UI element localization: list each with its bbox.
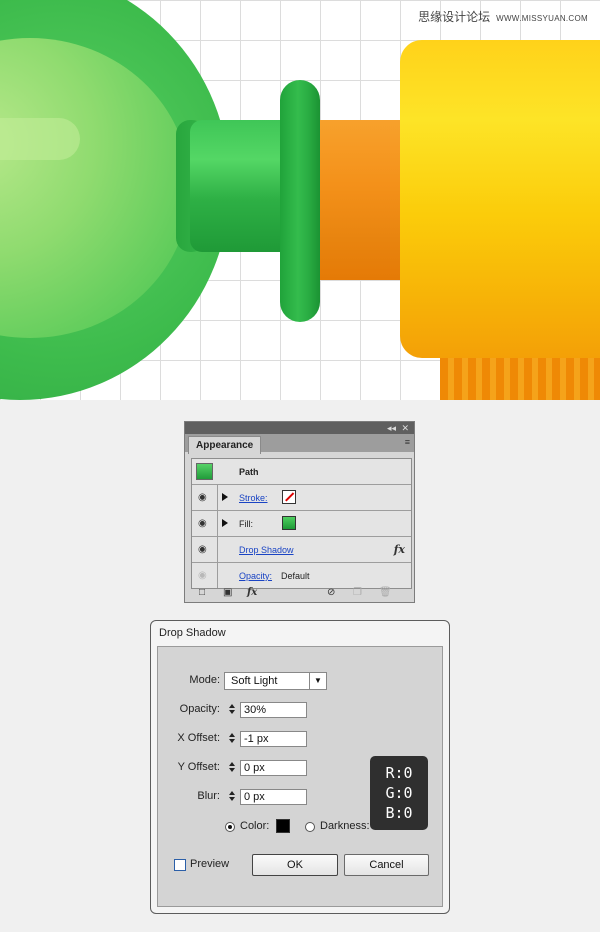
cancel-button[interactable]: Cancel xyxy=(344,854,429,876)
y-offset-label: Y Offset: xyxy=(177,761,220,773)
dialog-title: Drop Shadow xyxy=(159,627,226,639)
x-offset-stepper[interactable] xyxy=(226,731,238,747)
opacity-stepper[interactable] xyxy=(226,702,238,718)
opacity-input[interactable]: 30% xyxy=(240,702,307,718)
fx-icon: fx xyxy=(393,543,405,556)
rgb-green: G:0 xyxy=(385,784,413,802)
watermark-chinese: 思缘设计论坛 xyxy=(418,10,491,24)
x-offset-label: X Offset: xyxy=(177,732,220,744)
green-ring xyxy=(280,80,320,322)
drop-shadow-link[interactable]: Drop Shadow xyxy=(239,545,294,555)
stroke-row[interactable]: ◉ Stroke: xyxy=(192,485,411,511)
add-fill-icon[interactable]: ▣ xyxy=(223,586,232,600)
bulb-glare xyxy=(0,118,80,160)
trash-icon[interactable]: 🗑 xyxy=(379,586,392,600)
opacity-row[interactable]: ◉ Opacity: Default xyxy=(192,563,411,588)
rgb-blue: B:0 xyxy=(385,804,413,822)
blur-stepper[interactable] xyxy=(226,789,238,805)
opacity-label: Opacity: xyxy=(179,703,220,715)
color-radio[interactable] xyxy=(225,822,235,832)
panel-bottom-bar: □ ▣ fx ⊘ ❐ 🗑 xyxy=(191,586,410,600)
panel-titlebar[interactable]: ◂◂ ✕ xyxy=(185,422,414,434)
fill-swatch[interactable] xyxy=(282,516,296,530)
x-offset-input[interactable]: -1 px xyxy=(240,731,307,747)
blur-label: Blur: xyxy=(197,790,220,802)
stroke-link[interactable]: Stroke: xyxy=(239,493,268,503)
expand-stroke-icon[interactable] xyxy=(222,493,228,501)
path-label: Path xyxy=(239,467,259,477)
path-thumbnail xyxy=(196,463,213,480)
y-offset-input[interactable]: 0 px xyxy=(240,760,307,776)
opacity-row: Opacity: 30% xyxy=(158,702,442,722)
add-stroke-icon[interactable]: □ xyxy=(199,586,205,600)
orange-tube xyxy=(320,120,410,280)
preview-checkbox[interactable] xyxy=(174,859,186,871)
tab-appearance[interactable]: Appearance xyxy=(188,436,262,454)
darkness-radio[interactable] xyxy=(305,822,315,832)
watermark-url: WWW.MISSYUAN.COM xyxy=(496,14,588,23)
orange-ridges xyxy=(440,358,600,400)
rgb-red: R:0 xyxy=(385,764,413,782)
color-label: Color: xyxy=(240,820,270,832)
chevron-down-icon[interactable]: ▼ xyxy=(309,673,326,689)
preview-label: Preview xyxy=(190,858,230,870)
drop-shadow-row[interactable]: ◉ Drop Shadow fx xyxy=(192,537,411,563)
y-offset-stepper[interactable] xyxy=(226,760,238,776)
mode-row: Mode: Soft Light ▼ xyxy=(158,672,442,692)
opacity-value: Default xyxy=(281,571,310,581)
darkness-label: Darkness: xyxy=(320,820,370,832)
visibility-eye-icon[interactable]: ◉ xyxy=(198,493,207,503)
collapse-icon[interactable]: ◂◂ xyxy=(387,422,396,434)
visibility-eye-icon[interactable]: ◉ xyxy=(198,571,207,581)
opacity-link[interactable]: Opacity: xyxy=(239,571,272,581)
visibility-eye-icon[interactable]: ◉ xyxy=(198,545,207,555)
mode-value: Soft Light xyxy=(231,675,278,687)
path-row[interactable]: Path xyxy=(192,459,411,485)
clear-icon[interactable]: ⊘ xyxy=(327,586,335,600)
mode-select[interactable]: Soft Light ▼ xyxy=(224,672,327,690)
fill-row[interactable]: ◉ Fill: xyxy=(192,511,411,537)
rgb-callout: R:0 G:0 B:0 xyxy=(370,756,428,830)
duplicate-icon[interactable]: ❐ xyxy=(353,586,362,600)
yellow-tank xyxy=(400,40,600,358)
visibility-eye-icon[interactable]: ◉ xyxy=(198,519,207,529)
panel-menu-icon[interactable]: ≡ xyxy=(405,437,410,447)
expand-fill-icon[interactable] xyxy=(222,519,228,527)
close-icon[interactable]: ✕ xyxy=(401,422,409,434)
appearance-list: Path ◉ Stroke: ◉ Fill: ◉ Drop Shadow fx … xyxy=(191,458,412,589)
stroke-swatch[interactable] xyxy=(282,490,296,504)
color-swatch[interactable] xyxy=(276,819,290,833)
x-offset-row: X Offset: -1 px xyxy=(158,731,442,751)
panel-tab-row: Appearance ≡ xyxy=(185,434,414,454)
ok-button[interactable]: OK xyxy=(252,854,338,876)
fx-menu-icon[interactable]: fx xyxy=(247,586,257,600)
appearance-panel: ◂◂ ✕ Appearance ≡ Path ◉ Stroke: ◉ Fill:… xyxy=(184,421,415,603)
artboard-canvas: 思缘设计论坛 WWW.MISSYUAN.COM xyxy=(0,0,600,400)
mode-label: Mode: xyxy=(189,674,220,686)
fill-label: Fill: xyxy=(239,519,253,529)
watermark: 思缘设计论坛 WWW.MISSYUAN.COM xyxy=(418,8,588,25)
blur-input[interactable]: 0 px xyxy=(240,789,307,805)
